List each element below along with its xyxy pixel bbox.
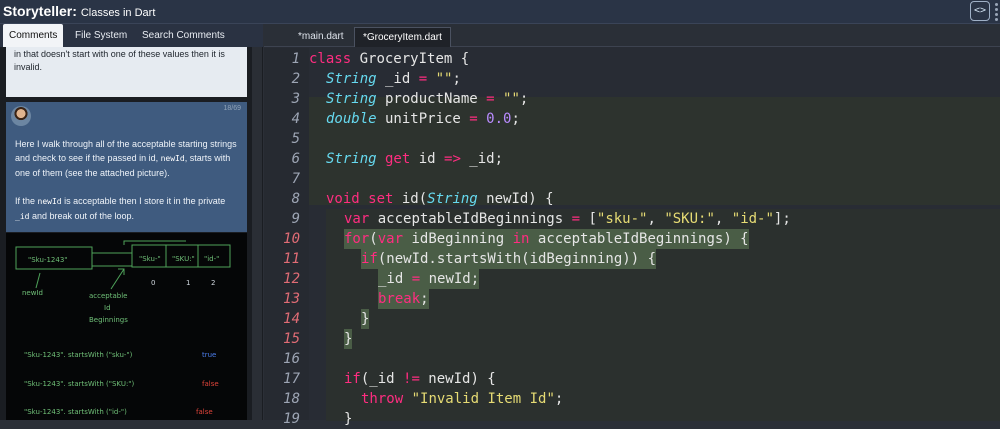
code-line-9: 9 var acceptableIdBeginnings = ["sku-", … xyxy=(264,209,1000,229)
board-label-acceptable: acceptable xyxy=(89,292,127,300)
whiteboard-drawing: "Sku-1243" "Sku-" "SKU:" "id-" 0 1 2 new… xyxy=(15,240,231,416)
code-line-12: 12 _id = newId; xyxy=(264,269,1000,289)
line-number: 7 xyxy=(291,171,300,187)
line-number: 15 xyxy=(283,331,300,347)
board-check-3: "Sku-1243". startsWith ("id-") xyxy=(24,408,127,416)
code-line-14: 14 } xyxy=(264,309,1000,329)
line-number: 6 xyxy=(291,151,300,167)
board-element-1: "SKU:" xyxy=(172,255,195,263)
line-number: 1 xyxy=(291,51,300,67)
comment-paragraph-2: If the newId is acceptable then I store … xyxy=(15,196,226,221)
tab-search-comments[interactable]: Search Comments xyxy=(136,24,231,47)
board-index-1: 1 xyxy=(186,279,190,287)
board-index-0: 0 xyxy=(151,279,155,287)
tab-main-dart[interactable]: *main.dart xyxy=(290,27,352,47)
code-editor[interactable]: *main.dart *GroceryItem.dart 1 class Gro… xyxy=(264,24,1000,427)
app-subtitle: Classes in Dart xyxy=(80,7,156,19)
tab-groceryitem-dart[interactable]: *GroceryItem.dart xyxy=(354,27,451,47)
code-line-2: 2 String _id = ""; xyxy=(264,69,1000,89)
line-number: 11 xyxy=(283,251,300,267)
line-number: 9 xyxy=(291,211,300,227)
board-label-beginnings: Beginnings xyxy=(89,316,128,324)
code-line-5: 5 xyxy=(264,129,1000,149)
comments-panel: Comments File System Search Comments in … xyxy=(0,24,263,420)
line-number: 18 xyxy=(283,391,300,407)
line-number: 12 xyxy=(283,271,300,287)
line-number: 19 xyxy=(283,411,300,427)
line-number: 16 xyxy=(283,351,300,367)
code-line-19: 19 } xyxy=(264,409,1000,429)
code-line-18: 18 throw "Invalid Item Id"; xyxy=(264,389,1000,409)
line-number: 10 xyxy=(283,231,300,247)
app-title: Storyteller: Classes in Dart xyxy=(3,3,156,19)
line-number: 3 xyxy=(291,91,300,107)
code-line-8: 8 void set id(String newId) { xyxy=(264,189,1000,209)
active-comment-card[interactable]: 18/69 Here I walk through all of the acc… xyxy=(6,102,247,232)
code-brackets-icon[interactable]: <> xyxy=(970,1,990,21)
code-line-16: 16 xyxy=(264,349,1000,369)
board-label-id: Id xyxy=(104,304,111,312)
code-line-10: 10 for(var idBeginning in acceptableIdBe… xyxy=(264,229,1000,249)
code-line-17: 17 if(_id != newId) { xyxy=(264,369,1000,389)
avatar xyxy=(11,106,31,126)
code-line-3: 3 String productName = ""; xyxy=(264,89,1000,109)
editor-tab-bar: *main.dart *GroceryItem.dart xyxy=(264,24,1000,47)
previous-comment-card[interactable]: in that doesn't start with one of these … xyxy=(6,47,247,97)
previous-comment-text: in that doesn't start with one of these … xyxy=(14,49,225,72)
line-number: 5 xyxy=(291,131,300,147)
board-index-2: 2 xyxy=(211,279,215,287)
line-number: 17 xyxy=(283,371,300,387)
code-line-15: 15 } xyxy=(264,329,1000,349)
board-element-2: "id-" xyxy=(204,255,219,263)
board-check-2: "Sku-1243". startsWith ("SKU:") xyxy=(24,380,135,388)
line-number: 2 xyxy=(291,71,300,87)
code-line-13: 13 break; xyxy=(264,289,1000,309)
left-tab-bar: Comments File System Search Comments xyxy=(0,24,263,47)
attached-picture[interactable]: "Sku-1243" "Sku-" "SKU:" "id-" 0 1 2 new… xyxy=(6,233,247,420)
code-line-6: 6 String get id => _id; xyxy=(264,149,1000,169)
comment-paragraph-1: Here I walk through all of the acceptabl… xyxy=(15,139,237,178)
code-line-11: 11 if(newId.startsWith(idBeginning)) { xyxy=(264,249,1000,269)
board-result-3: false xyxy=(196,408,213,416)
code-line-7: 7 xyxy=(264,169,1000,189)
board-check-1: "Sku-1243". startsWith ("sku-") xyxy=(24,351,133,359)
board-element-0: "Sku-" xyxy=(139,255,161,263)
tab-comments[interactable]: Comments xyxy=(3,24,64,47)
comments-scrollbar[interactable] xyxy=(252,47,262,420)
comments-list[interactable]: in that doesn't start with one of these … xyxy=(0,47,263,420)
tab-file-system[interactable]: File System xyxy=(69,24,133,47)
board-label-newid: newId xyxy=(22,289,43,297)
line-number: 14 xyxy=(283,311,300,327)
comment-counter: 18/69 xyxy=(223,105,241,112)
line-number: 13 xyxy=(283,291,300,307)
line-number: 8 xyxy=(291,191,300,207)
board-newid-value: "Sku-1243" xyxy=(28,256,68,264)
title-bar: Storyteller: Classes in Dart <> xyxy=(0,0,1000,24)
code-line-4: 4 double unitPrice = 0.0; xyxy=(264,109,1000,129)
board-result-1: true xyxy=(202,351,216,359)
board-result-2: false xyxy=(202,380,219,388)
code-line-1: 1 class GroceryItem { xyxy=(264,49,1000,69)
line-number: 4 xyxy=(291,111,300,127)
drag-handle-icon[interactable] xyxy=(994,2,1000,22)
